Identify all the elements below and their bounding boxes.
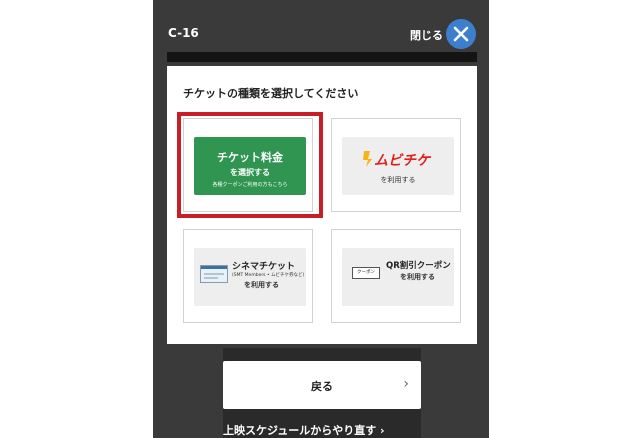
ticket-type-modal: チケットの種類を選択してください チケット料金 を選択する 各種クーポンご利用の… [167, 66, 477, 344]
ticket-icon [200, 265, 228, 283]
cinema-ticket-note: (SMT Members • ムビチケ券など) [232, 273, 305, 278]
mubichike-logo: ムビチケ [363, 151, 432, 168]
seat-code: C-16 [168, 26, 199, 40]
modal-title: チケットの種類を選択してください [183, 87, 359, 100]
redo-schedule-link[interactable]: 上映スケジュールからやり直す › [223, 422, 385, 438]
close-label[interactable]: 閉じる [410, 27, 443, 43]
close-icon [453, 26, 469, 42]
close-button[interactable] [446, 19, 476, 49]
cinema-ticket-option[interactable]: シネマチケット (SMT Members • ムビチケ券など) を利用する [183, 229, 313, 323]
qr-coupon-title: QR割引クーポン [386, 261, 451, 271]
mubichike-button[interactable]: ムビチケ を利用する [342, 137, 454, 195]
cinema-ticket-button[interactable]: シネマチケット (SMT Members • ムビチケ券など) を利用する [194, 248, 306, 306]
back-label: 戻る [311, 380, 333, 393]
cinema-ticket-title: シネマチケット [232, 262, 296, 272]
chevron-right-icon: › [403, 376, 409, 392]
header-divider [167, 52, 477, 62]
coupon-icon: クーポン [352, 267, 380, 279]
qr-coupon-button[interactable]: クーポン QR割引クーポン を利用する [342, 248, 454, 306]
mubichike-option[interactable]: ムビチケ を利用する [331, 118, 461, 212]
cinema-ticket-use: を利用する [244, 281, 279, 289]
mubichike-sub: を利用する [380, 176, 416, 184]
back-button[interactable]: 戻る › [223, 361, 421, 409]
mubichike-logo-text: ムビチケ [374, 153, 432, 168]
qr-coupon-use: を利用する [400, 273, 435, 281]
selection-highlight [177, 112, 323, 218]
qr-coupon-option[interactable]: クーポン QR割引クーポン を利用する [331, 229, 461, 323]
